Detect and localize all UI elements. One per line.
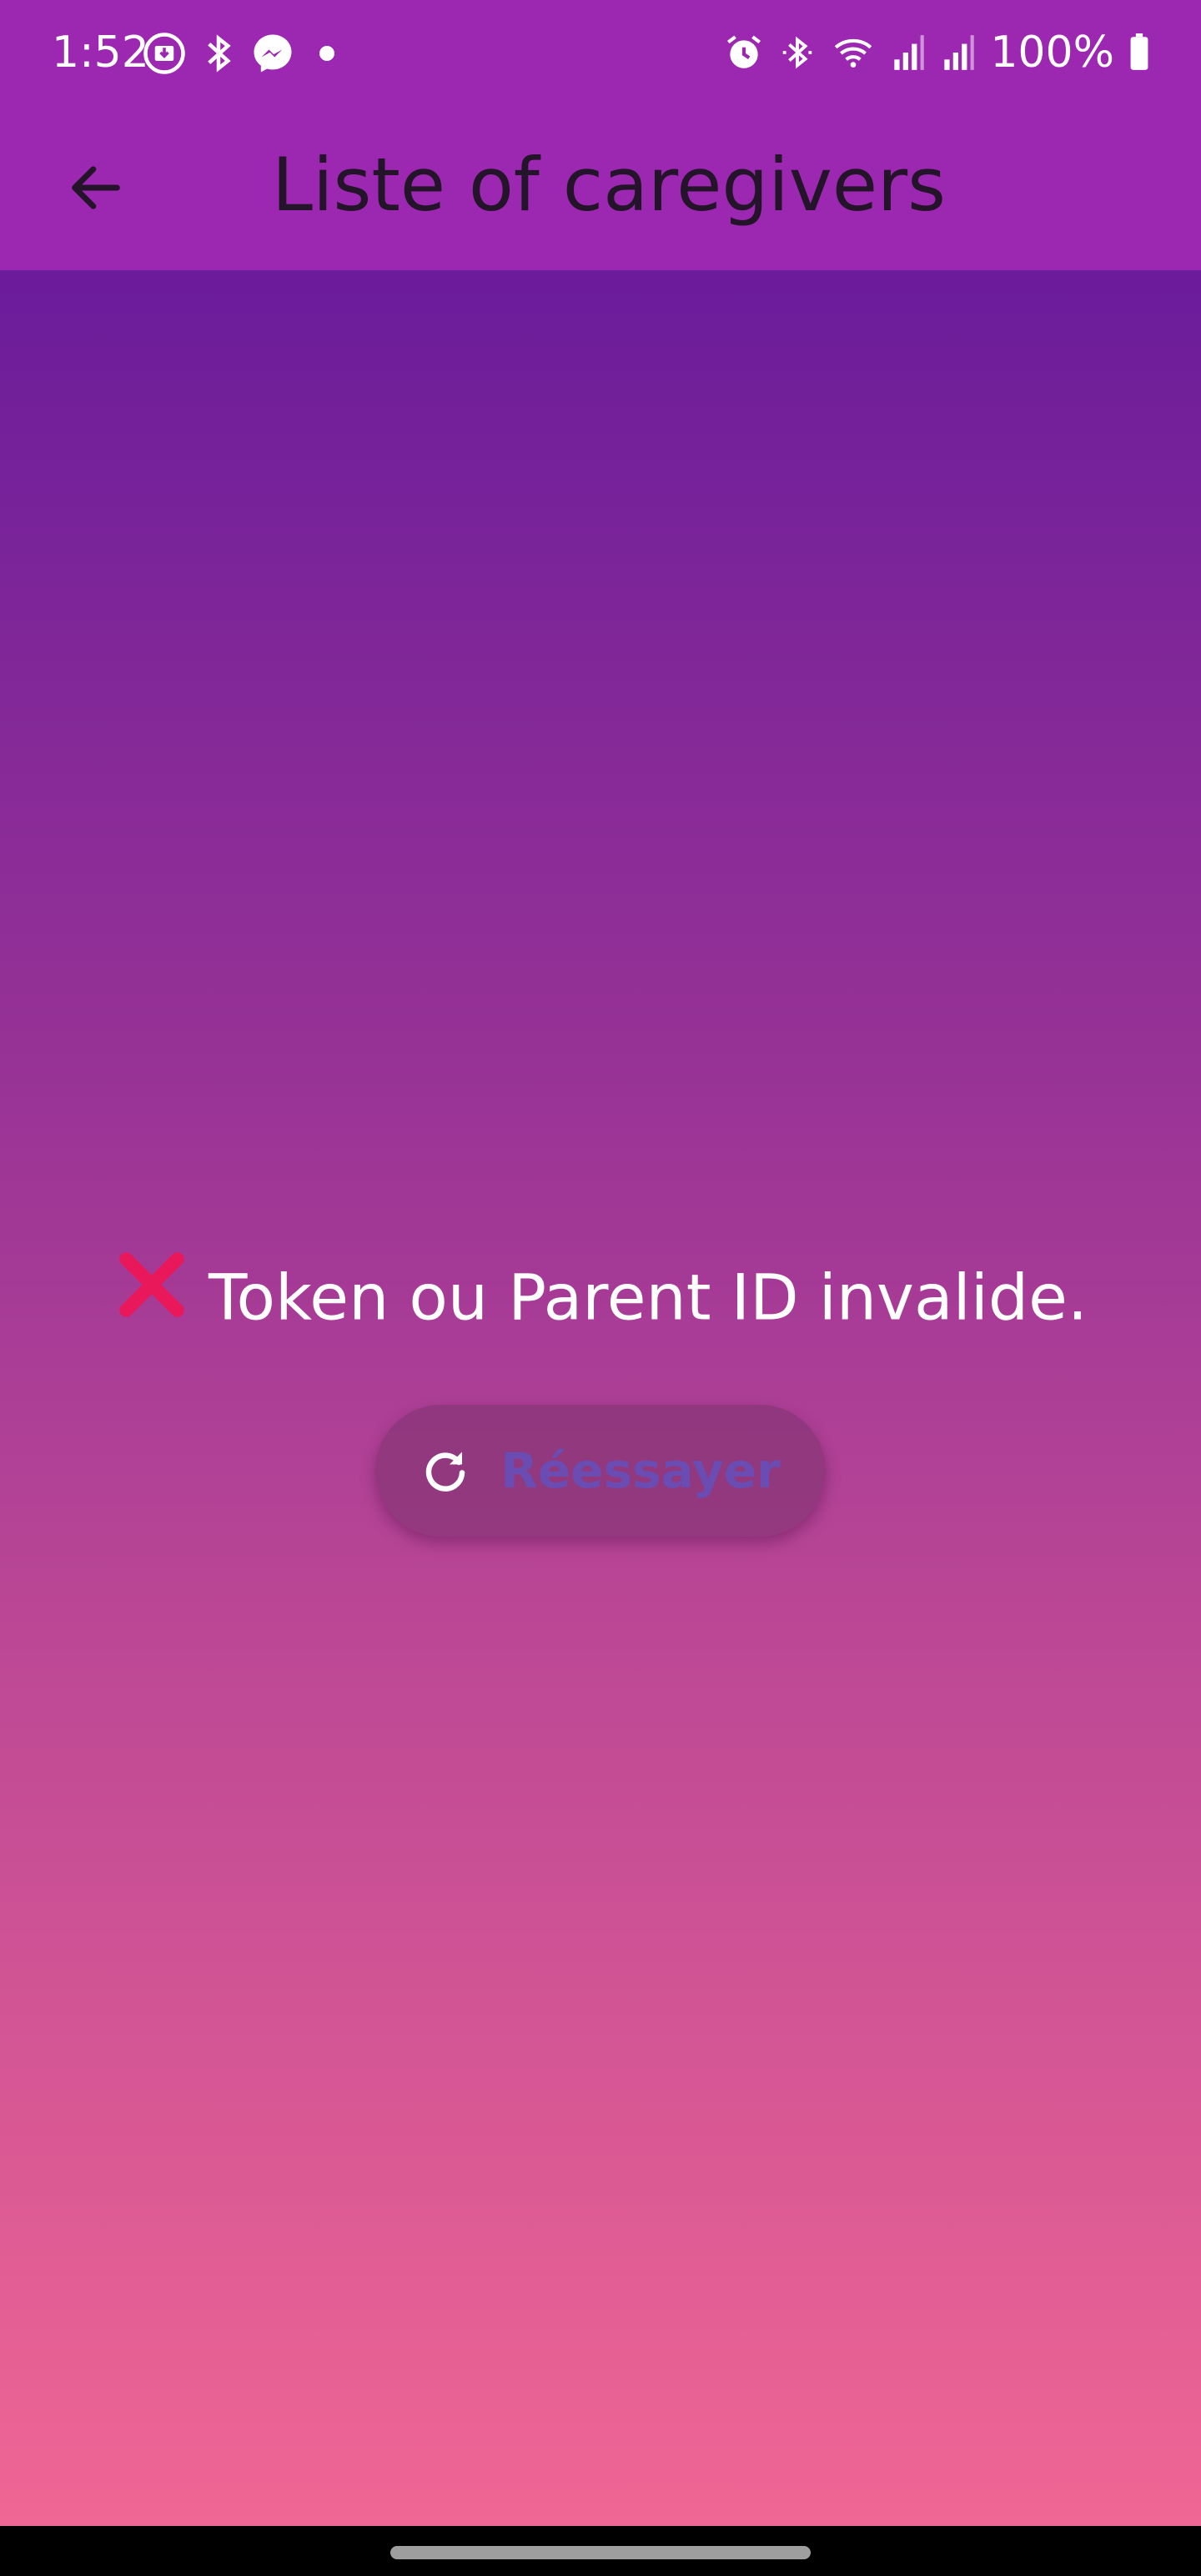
alarm-icon: [723, 32, 765, 73]
signal-icon: [940, 32, 977, 73]
home-handle[interactable]: [390, 2546, 811, 2559]
page-title: Liste of caregivers: [272, 142, 946, 228]
retry-button[interactable]: Réessayer: [375, 1405, 826, 1537]
content-area: Token ou Parent ID invalide. Réessayer: [0, 270, 1201, 2526]
arrow-back-icon: [64, 156, 128, 219]
messenger-icon: [250, 31, 295, 76]
back-button[interactable]: [50, 142, 142, 234]
status-left-icons: [142, 30, 344, 77]
screen: 1:52 100% Liste of caregivers Token ou P…: [0, 0, 1201, 2576]
retry-label: Réessayer: [500, 1442, 781, 1499]
signal-icon: [890, 32, 927, 73]
status-bar: 1:52 100%: [0, 0, 1201, 105]
battery-percentage: 100%: [990, 28, 1114, 78]
status-right: 100%: [723, 23, 1151, 82]
bluetooth-icon: [202, 31, 235, 76]
dot-icon: [310, 31, 344, 76]
cross-mark-icon: [113, 1246, 190, 1347]
download-icon: [142, 31, 187, 76]
status-time: 1:52: [52, 28, 149, 78]
navigation-bar: [0, 2526, 1201, 2576]
wifi-icon: [830, 32, 877, 73]
error-message: Token ou Parent ID invalide.: [0, 1251, 1201, 1352]
error-text: Token ou Parent ID invalide.: [209, 1260, 1088, 1335]
app-bar: Liste of caregivers: [0, 105, 1201, 270]
bluetooth-icon: [778, 32, 817, 73]
battery-icon: [1128, 32, 1151, 73]
refresh-icon: [420, 1446, 470, 1496]
